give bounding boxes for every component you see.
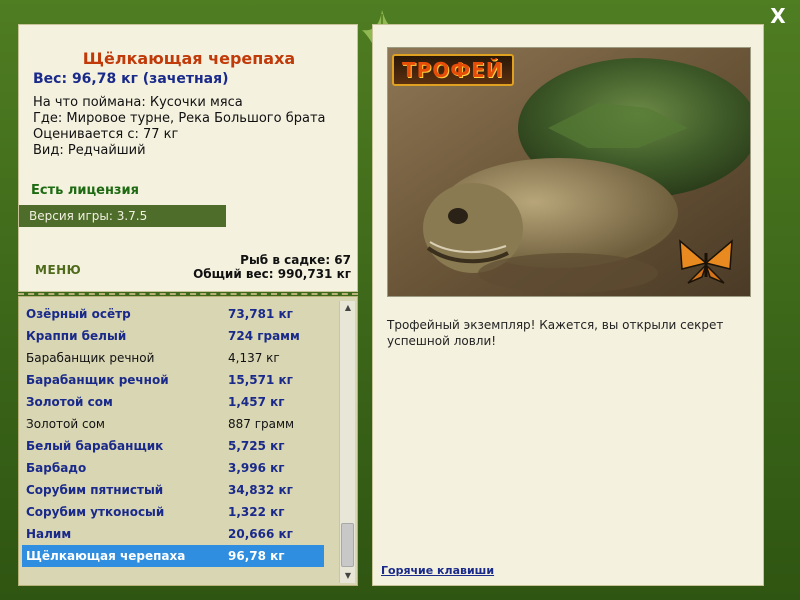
fish-weight-value: 20,666 кг (228, 527, 293, 541)
fish-name: Золотой сом (26, 395, 113, 409)
fish-weight-value: 1,457 кг (228, 395, 285, 409)
fish-weight-value: 34,832 кг (228, 483, 293, 497)
fish-weight-value: 3,996 кг (228, 461, 285, 475)
list-item[interactable]: Золотой сом 887 грамм (22, 413, 324, 435)
scroll-down-icon[interactable]: ▼ (340, 569, 356, 583)
catch-list-panel: Озёрный осётр 73,781 кг Краппи белый 724 гр… (18, 296, 358, 586)
list-item[interactable]: Налим 20,666 кг (22, 523, 324, 545)
list-item[interactable]: Барбадо 3,996 кг (22, 457, 324, 479)
total-weight: Общий вес: 990,731 кг (193, 267, 351, 281)
scroll-thumb[interactable] (341, 523, 354, 567)
catch-list: Озёрный осётр 73,781 кг Краппи белый 724 гр… (19, 297, 339, 585)
score-threshold-info: Оценивается с: 77 кг (33, 127, 179, 142)
list-item[interactable]: Щёлкающая черепаха 96,78 кг (22, 545, 324, 567)
fish-weight: Вес: 96,78 кг (зачетная) (33, 71, 229, 87)
fish-count: Рыб в садке: 67 (240, 253, 351, 267)
fish-weight-value: 887 грамм (228, 417, 295, 431)
game-version: Версия игры: 3.7.5 (19, 205, 226, 227)
fish-name: Краппи белый (26, 329, 127, 343)
list-item[interactable]: Барабанщик речной 15,571 кг (22, 369, 324, 391)
fish-name: Озёрный осётр (26, 307, 131, 321)
menu-button[interactable]: МЕНЮ (35, 263, 81, 277)
fish-weight-value: 1,322 кг (228, 505, 285, 519)
divider (18, 293, 358, 295)
fish-name: Барабанщик речной (26, 351, 155, 365)
rarity-info: Вид: Редчайший (33, 143, 146, 158)
scroll-up-icon[interactable]: ▲ (340, 301, 356, 315)
fish-weight-value: 15,571 кг (228, 373, 293, 387)
fish-name: Золотой сом (26, 417, 105, 431)
list-item[interactable]: Золотой сом 1,457 кг (22, 391, 324, 413)
license-status: Есть лицензия (31, 183, 139, 198)
bait-info: На что поймана: Кусочки мяса (33, 95, 243, 110)
fish-weight-value: 5,725 кг (228, 439, 285, 453)
list-item[interactable]: Сорубим пятнистый 34,832 кг (22, 479, 324, 501)
list-item[interactable]: Сорубим утконосый 1,322 кг (22, 501, 324, 523)
fish-name: Барбадо (26, 461, 87, 475)
fish-weight-value: 724 грамм (228, 329, 300, 343)
fish-weight-value: 73,781 кг (228, 307, 293, 321)
fish-weight-value: 96,78 кг (228, 549, 285, 563)
trophy-photo: ТРОФЕЙ (387, 47, 751, 297)
fish-name: Барабанщик речной (26, 373, 169, 387)
trophy-description: Трофейный экземпляр! Кажется, вы открыли… (387, 318, 724, 348)
fish-name: Сорубим пятнистый (26, 483, 164, 497)
list-item[interactable]: Белый барабанщик 5,725 кг (22, 435, 324, 457)
list-item[interactable]: Озёрный осётр 73,781 кг (22, 303, 324, 325)
list-item[interactable]: Барабанщик речной 4,137 кг (22, 347, 324, 369)
catch-list-scrollbar[interactable]: ▲ ▼ (339, 301, 355, 583)
fish-name: Сорубим утконосый (26, 505, 165, 519)
trophy-badge: ТРОФЕЙ (392, 54, 514, 86)
trophy-panel: ТРОФЕЙ Трофейный экземпляр! Кажется, вы … (372, 24, 764, 586)
fish-title: Щёлкающая черепаха (82, 49, 296, 68)
fish-name: Щёлкающая черепаха (26, 549, 186, 563)
fish-name: Белый барабанщик (26, 439, 164, 453)
location-info: Где: Мировое турне, Река Большого брата (33, 111, 326, 126)
fish-weight-value: 4,137 кг (228, 351, 280, 365)
hotkeys-link[interactable]: Горячие клавиши (381, 564, 494, 577)
close-icon: X (770, 4, 786, 28)
fish-info-panel: Щёлкающая черепаха Вес: 96,78 кг (зачетн… (18, 24, 358, 292)
list-item[interactable]: Краппи белый 724 грамм (22, 325, 324, 347)
fish-name: Налим (26, 527, 72, 541)
keepnet-stats: Рыб в садке: 67 Общий вес: 990,731 кг (193, 253, 351, 281)
close-button[interactable]: X (766, 4, 790, 28)
